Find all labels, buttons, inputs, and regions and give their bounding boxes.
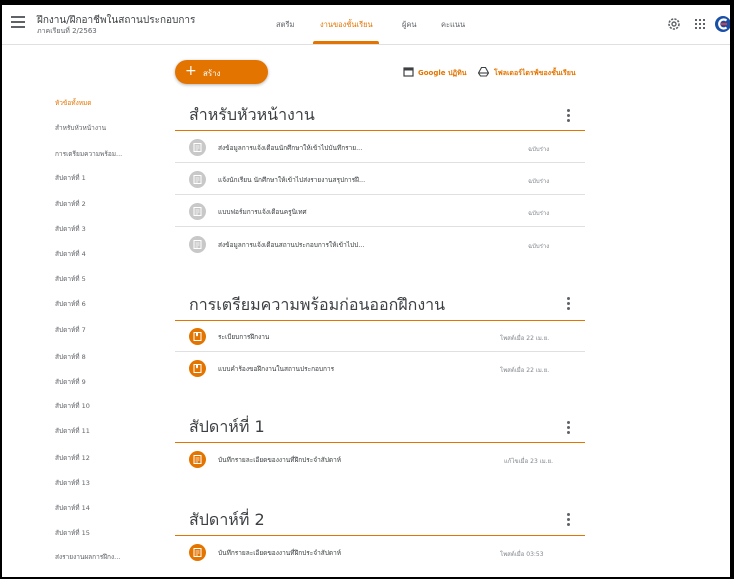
drive-folder-link[interactable]: โฟลเดอร์ไดรฟ์ของชั้นเรียน xyxy=(494,68,576,79)
item-title: แบบคำร้องขอฝึกงานในสถานประกอบการ xyxy=(218,365,335,373)
list-item[interactable]: บันทึกรายละเอียดของงานที่ฝึกประจำสัปดาห์… xyxy=(175,537,585,568)
sidebar-item-week-15[interactable]: สัปดาห์ที่ 15 xyxy=(55,528,90,538)
list-item[interactable]: แบบคำร้องขอฝึกงานในสถานประกอบการ โพสต์เม… xyxy=(175,353,585,384)
assignment-icon xyxy=(189,139,206,156)
list-item[interactable]: ส่งข้อมูลการแจ้งเตือนนักศึกษาให้เข้าไปบั… xyxy=(175,132,585,163)
list-item[interactable]: ระเบียบการฝึกงาน โพสต์เมื่อ 22 เม.ย. xyxy=(175,321,585,352)
sidebar-item-week-3[interactable]: สัปดาห์ที่ 3 xyxy=(55,224,86,234)
sidebar-item-week-13[interactable]: สัปดาห์ที่ 13 xyxy=(55,478,90,488)
item-status: ฉบับร่าง xyxy=(528,210,550,217)
sidebar-item-week-2[interactable]: สัปดาห์ที่ 2 xyxy=(55,199,86,209)
settings-icon[interactable] xyxy=(666,16,682,32)
sidebar-item-preparation[interactable]: การเตรียมความพร้อม... xyxy=(55,149,122,159)
sidebar-item-report[interactable]: ส่งรายงานผลการฝึกง... xyxy=(55,552,120,562)
item-edited-date: แก้ไขเมื่อ 23 เม.ย. xyxy=(504,458,554,465)
sidebar-item-week-14[interactable]: สัปดาห์ที่ 14 xyxy=(55,503,90,513)
material-icon xyxy=(189,360,206,377)
sidebar-item-week-12[interactable]: สัปดาห์ที่ 12 xyxy=(55,453,90,463)
item-title: บันทึกรายละเอียดของงานที่ฝึกประจำสัปดาห์ xyxy=(218,456,342,464)
sidebar-item-supervisor[interactable]: สำหรับหัวหน้างาน xyxy=(55,123,106,133)
sidebar-item-week-9[interactable]: สัปดาห์ที่ 9 xyxy=(55,377,86,387)
google-calendar-link[interactable]: Google ปฏิทิน xyxy=(418,68,467,79)
tab-people[interactable]: ผู้คน xyxy=(402,19,417,31)
sidebar-item-all-topics[interactable]: หัวข้อทั้งหมด xyxy=(55,98,92,108)
account-logo-icon[interactable] xyxy=(714,15,732,33)
item-title: ส่งข้อมูลการแจ้งเตือนสถานประกอบการให้เข้… xyxy=(218,241,365,249)
section-divider xyxy=(175,442,585,443)
section-title[interactable]: การเตรียมความพร้อมก่อนออกฝึกงาน xyxy=(189,293,445,318)
tab-stream[interactable]: สตรีม xyxy=(276,19,294,31)
item-title: แจ้งนักเรียน นักศึกษาให้เข้าไปส่งรายงานส… xyxy=(218,176,366,184)
item-title: แบบฟอร์มการแจ้งเตือนครูนิเทศ xyxy=(218,208,307,216)
classroom-window: ฝึกงาน/ฝึกอาชีพในสถานประกอบการ ภาคเรียนท… xyxy=(0,0,734,579)
more-options-icon[interactable] xyxy=(567,513,571,528)
list-item[interactable]: บันทึกรายละเอียดของงานที่ฝึกประจำสัปดาห์… xyxy=(175,444,585,475)
calendar-icon[interactable] xyxy=(403,66,414,77)
section-divider xyxy=(175,535,585,536)
tab-classwork[interactable]: งานของชั้นเรียน xyxy=(320,19,373,31)
assignment-icon xyxy=(189,236,206,253)
sidebar-item-week-1[interactable]: สัปดาห์ที่ 1 xyxy=(55,173,86,183)
plus-icon: + xyxy=(185,63,197,79)
item-status: ฉบับร่าง xyxy=(528,178,550,185)
assignment-icon xyxy=(189,171,206,188)
assignment-icon xyxy=(189,544,206,561)
drive-icon[interactable] xyxy=(478,66,489,77)
top-bar: ฝึกงาน/ฝึกอาชีพในสถานประกอบการ ภาคเรียนท… xyxy=(2,5,732,45)
item-title: ส่งข้อมูลการแจ้งเตือนนักศึกษาให้เข้าไปบั… xyxy=(218,144,363,152)
more-options-icon[interactable] xyxy=(567,297,571,312)
menu-icon[interactable] xyxy=(11,16,25,28)
item-title: ระเบียบการฝึกงาน xyxy=(218,333,270,341)
class-subtitle: ภาคเรียนที่ 2/2563 xyxy=(37,27,97,35)
sidebar-item-week-4[interactable]: สัปดาห์ที่ 4 xyxy=(55,249,86,259)
more-options-icon[interactable] xyxy=(567,421,571,436)
list-item[interactable]: ส่งข้อมูลการแจ้งเตือนสถานประกอบการให้เข้… xyxy=(175,229,585,260)
list-item[interactable]: แบบฟอร์มการแจ้งเตือนครูนิเทศ ฉบับร่าง xyxy=(175,196,585,227)
assignment-icon xyxy=(189,203,206,220)
sidebar-item-week-10[interactable]: สัปดาห์ที่ 10 xyxy=(55,401,90,411)
item-posted-date: โพสต์เมื่อ 22 เม.ย. xyxy=(500,335,550,342)
list-item[interactable]: แจ้งนักเรียน นักศึกษาให้เข้าไปส่งรายงานส… xyxy=(175,164,585,195)
sidebar-item-week-11[interactable]: สัปดาห์ที่ 11 xyxy=(55,426,90,436)
assignment-icon xyxy=(189,451,206,468)
section-title[interactable]: สัปดาห์ที่ 1 xyxy=(189,415,265,440)
sidebar-item-week-7[interactable]: สัปดาห์ที่ 7 xyxy=(55,325,86,335)
item-status: ฉบับร่าง xyxy=(528,146,550,153)
create-button[interactable]: + สร้าง xyxy=(175,60,268,84)
item-status: ฉบับร่าง xyxy=(528,243,550,250)
apps-grid-icon[interactable] xyxy=(692,16,708,32)
create-button-label: สร้าง xyxy=(203,69,221,78)
sidebar-item-week-6[interactable]: สัปดาห์ที่ 6 xyxy=(55,299,86,309)
item-title: บันทึกรายละเอียดของงานที่ฝึกประจำสัปดาห์ xyxy=(218,549,342,557)
sidebar-item-week-8[interactable]: สัปดาห์ที่ 8 xyxy=(55,352,86,362)
more-options-icon[interactable] xyxy=(567,109,571,124)
section-divider xyxy=(175,130,585,131)
section-title[interactable]: สัปดาห์ที่ 2 xyxy=(189,508,265,533)
sidebar-item-week-5[interactable]: สัปดาห์ที่ 5 xyxy=(55,274,86,284)
material-icon xyxy=(189,328,206,345)
item-posted-date: โพสต์เมื่อ 22 เม.ย. xyxy=(500,367,550,374)
active-tab-indicator xyxy=(313,41,379,44)
section-title[interactable]: สำหรับหัวหน้างาน xyxy=(189,103,315,128)
tab-grades[interactable]: คะแนน xyxy=(441,19,465,31)
item-posted-date: โพสต์เมื่อ 03:53 xyxy=(500,551,544,558)
